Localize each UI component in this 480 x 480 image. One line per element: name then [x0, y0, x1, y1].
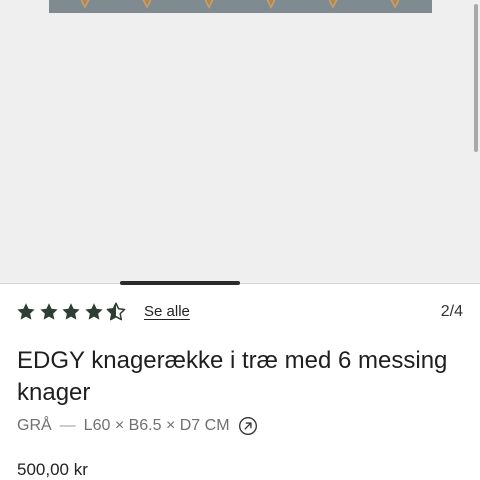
page-scrollbar[interactable]: [474, 4, 478, 152]
brass-hook-icon: [204, 0, 214, 9]
brass-hook-icon: [390, 0, 400, 9]
spec-separator: —: [59, 417, 76, 434]
gallery-progress-indicator: [120, 281, 240, 285]
product-image-gallery[interactable]: [0, 0, 480, 283]
gallery-page-indicator: 2/4: [440, 303, 463, 320]
product-image-coat-rack: [49, 0, 432, 13]
star-icon: [84, 303, 103, 320]
brass-hook-icon: [142, 0, 152, 9]
half-star-icon: [106, 302, 126, 321]
product-dimensions: L60 × B6.5 × D7 CM: [83, 417, 230, 434]
see-all-reviews-link[interactable]: Se alle: [144, 303, 190, 320]
star-icon: [39, 303, 58, 320]
product-specs: GRÅ — L60 × B6.5 × D7 CM: [17, 416, 258, 436]
product-price: 500,00 kr: [17, 460, 88, 479]
star-icon: [17, 303, 35, 320]
brass-hook-icon: [266, 0, 276, 9]
star-icon: [62, 303, 80, 320]
brass-hook-icon: [328, 0, 338, 9]
product-title: EDGY knagerække i træ med 6 messing knag…: [17, 347, 448, 406]
rating-stars[interactable]: [16, 302, 129, 322]
gallery-divider: [0, 283, 480, 284]
brass-hook-icon: [80, 0, 90, 9]
product-color: GRÅ: [17, 417, 52, 434]
arrow-up-right-circle-icon[interactable]: [238, 416, 258, 436]
